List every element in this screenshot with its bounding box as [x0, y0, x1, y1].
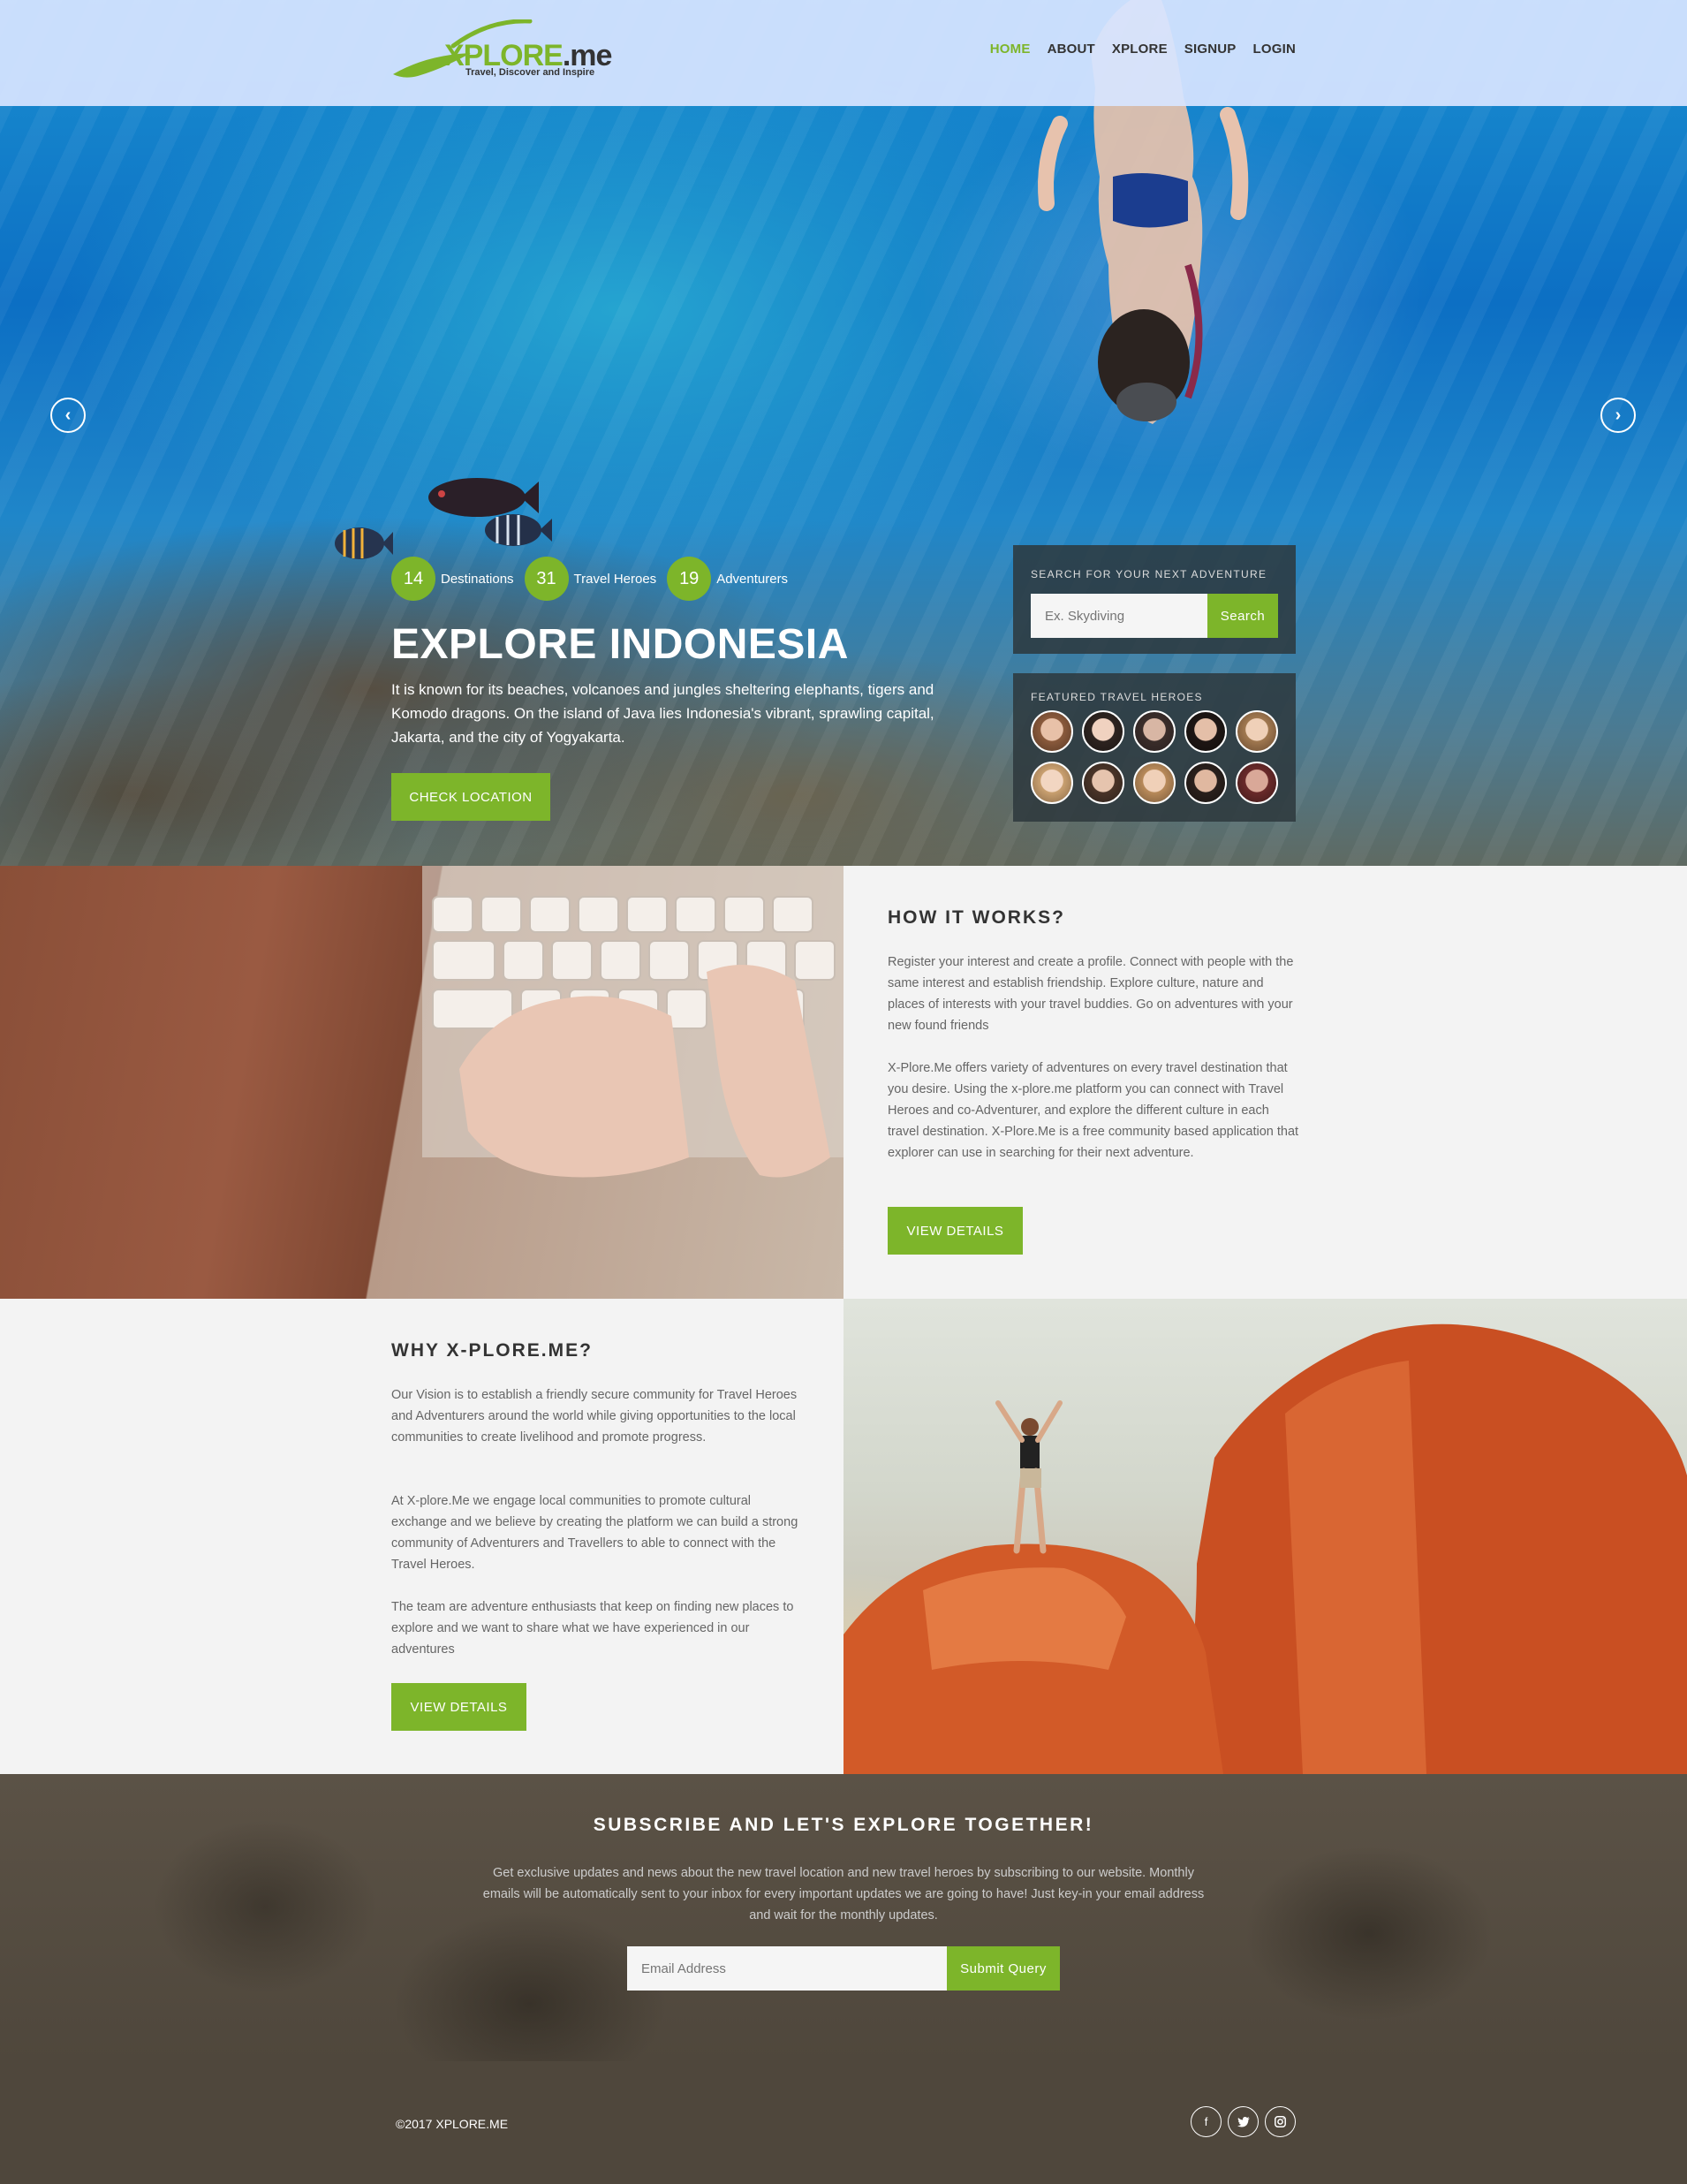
- social-links: f: [1191, 2106, 1296, 2137]
- submit-query-button[interactable]: Submit Query: [947, 1946, 1060, 1991]
- hero-slider: ‹ › 14 Destinations 31 Travel Heroes 19 …: [0, 0, 1687, 866]
- copyright-text: ©2017 XPLORE.ME: [396, 2117, 509, 2131]
- how-it-works-title: HOW IT WORKS?: [888, 907, 1065, 928]
- hero-avatar[interactable]: [1184, 762, 1227, 804]
- search-panel-heading: SEARCH FOR YOUR NEXT ADVENTURE: [1031, 568, 1267, 580]
- stat-adventurers: 19 Adventurers: [667, 557, 788, 601]
- keyboard-image: [0, 866, 844, 1299]
- keyboard-hands-illustration: [422, 866, 844, 1178]
- how-it-works-paragraph-1: Register your interest and create a prof…: [888, 955, 1294, 1033]
- canyon-illustration: [844, 1323, 1687, 1774]
- twitter-icon[interactable]: [1228, 2106, 1259, 2137]
- twitter-bird-glyph: [1237, 2116, 1250, 2127]
- hero-avatar[interactable]: [1031, 762, 1073, 804]
- featured-heroes-heading: FEATURED TRAVEL HEROES: [1031, 691, 1203, 703]
- why-paragraph-1: Our Vision is to establish a friendly se…: [391, 1388, 798, 1445]
- why-paragraph-2: At X-plore.Me we engage local communitie…: [391, 1494, 798, 1572]
- why-paragraph-3: The team are adventure enthusiasts that …: [391, 1600, 794, 1657]
- slider-prev-button[interactable]: ‹: [50, 398, 86, 433]
- nav-xplore[interactable]: XPLORE: [1112, 42, 1168, 57]
- hero-title: EXPLORE INDONESIA: [391, 621, 849, 668]
- stat-travel-heroes: 31 Travel Heroes: [524, 557, 657, 601]
- main-nav: HOME ABOUT XPLORE SIGNUP LOGIN: [990, 42, 1296, 57]
- stat-number: 14: [391, 557, 435, 601]
- email-input[interactable]: [627, 1946, 947, 1991]
- subscribe-section: SUBSCRIBE AND LET'S EXPLORE TOGETHER! Ge…: [0, 1774, 1687, 2061]
- hero-avatar[interactable]: [1133, 710, 1176, 753]
- stat-label: Adventurers: [716, 571, 789, 587]
- site-logo[interactable]: XPLORE.me Travel, Discover and Inspire: [391, 19, 612, 83]
- logo-tagline: Travel, Discover and Inspire: [465, 67, 595, 78]
- hero-avatar[interactable]: [1236, 710, 1278, 753]
- subscribe-description: Get exclusive updates and news about the…: [482, 1866, 1205, 1922]
- avatar-grid: [1031, 710, 1278, 804]
- fish-image: [485, 514, 552, 546]
- hero-avatar[interactable]: [1082, 762, 1124, 804]
- slider-next-button[interactable]: ›: [1600, 398, 1636, 433]
- instagram-camera-glyph: [1275, 2116, 1286, 2127]
- hero-avatar[interactable]: [1082, 710, 1124, 753]
- search-panel: SEARCH FOR YOUR NEXT ADVENTURE Search: [1013, 545, 1296, 654]
- fish-image: [335, 527, 393, 559]
- stat-destinations: 14 Destinations: [391, 557, 514, 601]
- nav-signup[interactable]: SIGNUP: [1184, 42, 1237, 57]
- hero-avatar[interactable]: [1133, 762, 1176, 804]
- nav-login[interactable]: LOGIN: [1253, 42, 1297, 57]
- chevron-right-icon: ›: [1615, 405, 1622, 425]
- search-button[interactable]: Search: [1207, 594, 1278, 638]
- instagram-icon[interactable]: [1265, 2106, 1296, 2137]
- why-section: WHY X-PLORE.ME? Our Vision is to establi…: [0, 1299, 844, 1774]
- check-location-button[interactable]: CHECK LOCATION: [391, 773, 550, 821]
- hero-description: It is known for its beaches, volcanoes a…: [391, 681, 934, 746]
- how-it-works-section: HOW IT WORKS? Register your interest and…: [844, 866, 1687, 1299]
- nav-about[interactable]: ABOUT: [1048, 42, 1095, 57]
- stat-label: Travel Heroes: [573, 571, 657, 587]
- hero-avatar[interactable]: [1236, 762, 1278, 804]
- why-view-details-button[interactable]: VIEW DETAILS: [391, 1683, 526, 1731]
- site-header: XPLORE.me Travel, Discover and Inspire H…: [0, 0, 1687, 106]
- how-it-works-paragraph-2: X-Plore.Me offers variety of adventures …: [888, 1061, 1299, 1160]
- search-input[interactable]: [1031, 594, 1207, 638]
- hero-stats: 14 Destinations 31 Travel Heroes 19 Adve…: [391, 557, 798, 601]
- nav-home[interactable]: HOME: [990, 42, 1031, 57]
- stat-number: 19: [667, 557, 712, 601]
- canyon-image: [844, 1299, 1687, 1774]
- how-it-works-view-details-button[interactable]: VIEW DETAILS: [888, 1207, 1023, 1255]
- stat-label: Destinations: [441, 571, 514, 587]
- hero-avatar[interactable]: [1031, 710, 1073, 753]
- why-title: WHY X-PLORE.ME?: [391, 1340, 593, 1361]
- stat-number: 31: [524, 557, 569, 601]
- site-footer: ©2017 XPLORE.ME f: [0, 2061, 1687, 2184]
- chevron-left-icon: ‹: [64, 405, 72, 425]
- featured-heroes-panel: FEATURED TRAVEL HEROES: [1013, 673, 1296, 822]
- subscribe-title: SUBSCRIBE AND LET'S EXPLORE TOGETHER!: [593, 1815, 1094, 1835]
- hero-avatar[interactable]: [1184, 710, 1227, 753]
- facebook-icon[interactable]: f: [1191, 2106, 1222, 2137]
